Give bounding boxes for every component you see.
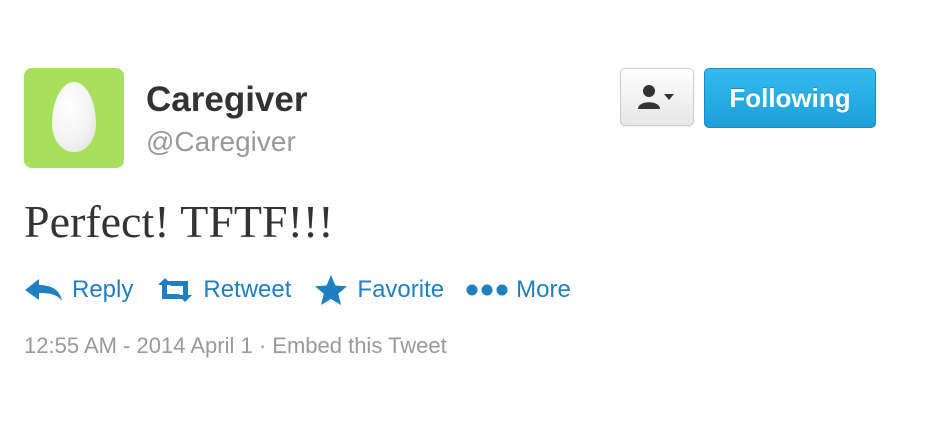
user-dropdown-button[interactable] xyxy=(620,68,694,126)
reply-button[interactable]: Reply xyxy=(24,276,133,304)
meta-separator: · xyxy=(252,333,273,358)
tweet-meta: 12:55 AM - 2014 April 1 · Embed this Twe… xyxy=(24,330,447,362)
more-label: More xyxy=(516,276,571,303)
star-icon xyxy=(313,274,349,306)
more-dots-icon xyxy=(466,282,508,298)
tweet-text: Perfect! TFTF!!! xyxy=(24,196,334,247)
tweet-timestamp[interactable]: 12:55 AM - 2014 April 1 xyxy=(24,333,253,358)
user-name[interactable]: Caregiver xyxy=(146,80,307,120)
favorite-button[interactable]: Favorite xyxy=(313,274,444,306)
user-dropdown-icon xyxy=(638,85,674,109)
favorite-label: Favorite xyxy=(357,276,445,303)
retweet-label: Retweet xyxy=(203,276,292,303)
following-button[interactable]: Following xyxy=(704,68,876,128)
retweet-button[interactable]: Retweet xyxy=(155,276,291,304)
reply-label: Reply xyxy=(72,276,134,303)
avatar[interactable] xyxy=(24,68,124,168)
user-handle[interactable]: @Caregiver xyxy=(146,125,296,159)
more-button[interactable]: More xyxy=(466,276,571,304)
embed-tweet-link[interactable]: Embed this Tweet xyxy=(272,333,446,358)
egg-icon xyxy=(52,82,96,152)
tweet-card: Caregiver @Caregiver Following Perfect! … xyxy=(0,0,940,442)
tweet-actions: Reply Retweet Favorite More xyxy=(24,268,571,312)
reply-icon xyxy=(24,277,64,303)
retweet-icon xyxy=(155,277,195,303)
